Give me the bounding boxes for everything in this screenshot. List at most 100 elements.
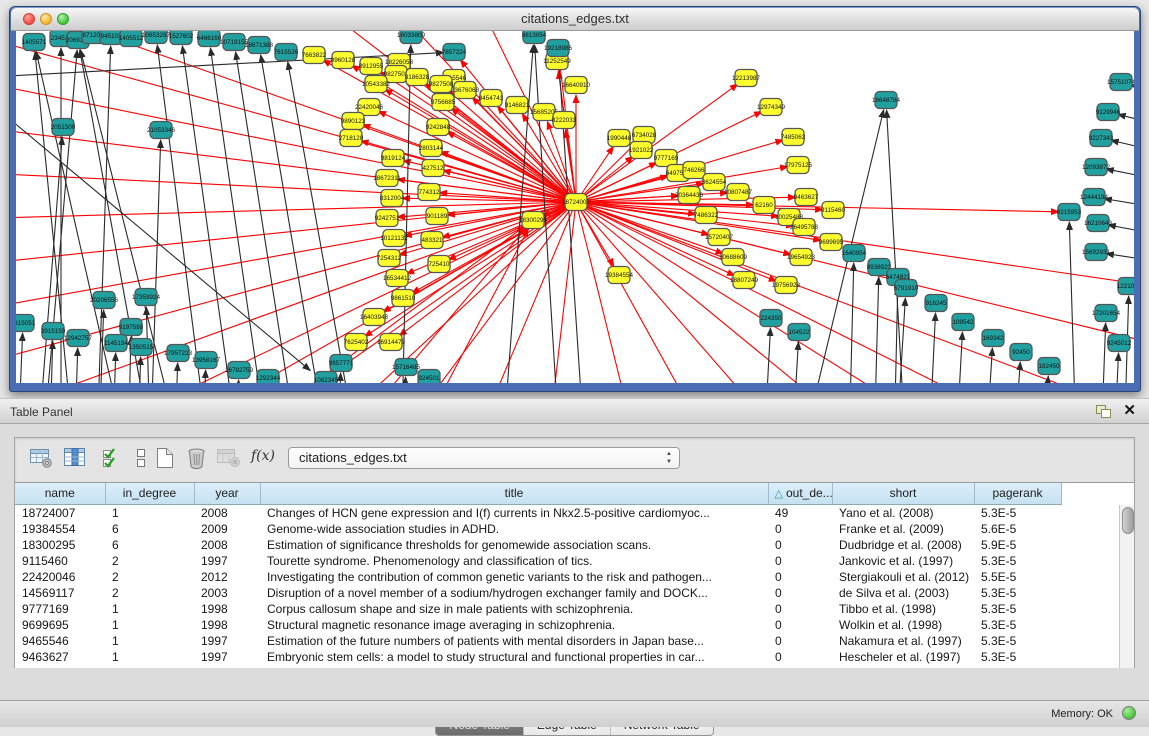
graph-edge[interactable]	[1106, 169, 1134, 180]
graph-node[interactable]: 13958167	[192, 352, 221, 369]
column-header-title[interactable]: title	[260, 483, 768, 504]
graph-node[interactable]: 23676068	[451, 82, 480, 99]
graph-node[interactable]: 916245	[925, 295, 947, 312]
graph-node[interactable]: 2803144	[419, 140, 444, 157]
graph-edge[interactable]	[576, 202, 1134, 350]
graph-node[interactable]: 15692931	[1082, 244, 1111, 261]
graph-node[interactable]: 10543382	[362, 76, 391, 93]
table-cell[interactable]: 1997	[194, 553, 260, 569]
graph-node[interactable]: 16914479	[377, 334, 406, 351]
graph-node[interactable]: 19654923	[787, 249, 816, 266]
graph-node[interactable]: 9115460	[821, 202, 846, 219]
graph-node[interactable]: 1405571	[22, 34, 47, 51]
table-row[interactable]: 1938455462009Genome-wide association stu…	[15, 521, 1061, 537]
table-cell[interactable]: 9463627	[15, 649, 105, 665]
graph-node[interactable]: 9227343	[1089, 130, 1114, 147]
column-header-name[interactable]: name	[15, 483, 105, 504]
graph-node[interactable]: 1990448	[607, 130, 632, 147]
graph-node[interactable]: 17957223	[164, 345, 193, 362]
graph-node[interactable]: 104522	[788, 324, 810, 341]
close-panel-icon[interactable]: ✕	[1123, 402, 1136, 420]
graph-node[interactable]: 17359924	[132, 289, 161, 306]
table-cell[interactable]: 5.3E-5	[974, 585, 1061, 601]
table-row[interactable]: 1872400712008Changes of HCN gene express…	[15, 504, 1061, 521]
graph-edge[interactable]	[894, 287, 898, 383]
graph-node[interactable]: 9819124	[381, 150, 406, 167]
graph-node[interactable]: 9699695	[819, 234, 844, 251]
graph-node[interactable]: 746266	[683, 162, 705, 179]
graph-edge[interactable]	[1101, 323, 1106, 383]
graph-edge[interactable]	[210, 48, 271, 383]
scrollbar-thumb[interactable]	[1122, 507, 1134, 534]
graph-node[interactable]: 6791910	[894, 280, 919, 297]
graph-edge[interactable]	[792, 342, 798, 383]
graph-node[interactable]: 15720407	[705, 229, 734, 246]
table-cell[interactable]: 0	[768, 649, 832, 665]
graph-edge[interactable]	[80, 50, 156, 383]
graph-node[interactable]: 8454743	[479, 90, 504, 107]
graph-edge[interactable]	[874, 277, 879, 383]
table-cell[interactable]: 5.3E-5	[974, 504, 1061, 521]
graph-node[interactable]: 15751074	[1107, 74, 1134, 91]
table-row[interactable]: 977716911998Corpus callosum shape and si…	[15, 601, 1061, 617]
table-cell[interactable]: 1	[105, 504, 194, 521]
graph-edge[interactable]	[1111, 140, 1134, 152]
graph-edge[interactable]	[235, 380, 239, 383]
table-cell[interactable]: 0	[768, 585, 832, 601]
graph-node[interactable]: 8960128	[331, 52, 356, 69]
graph-node[interactable]: 224350	[760, 310, 782, 327]
graph-node[interactable]: 1145194	[104, 335, 129, 352]
table-cell[interactable]: Wolkin et al. (1998)	[832, 617, 974, 633]
graph-node[interactable]: 7254312	[377, 250, 402, 267]
table-cell[interactable]: 1	[105, 649, 194, 665]
table-cell[interactable]: 9465546	[15, 633, 105, 649]
graph-node[interactable]: 10121132	[380, 230, 408, 247]
graph-node[interactable]: 18807249	[730, 272, 759, 289]
graph-node[interactable]: 18671388	[245, 37, 274, 54]
graph-node[interactable]: 26495788	[790, 219, 819, 236]
graph-node[interactable]: 18672311	[373, 170, 401, 187]
table-row[interactable]: 911546021997Tourette syndrome. Phenomeno…	[15, 553, 1061, 569]
graph-node[interactable]: 169342	[982, 330, 1004, 347]
graph-node[interactable]: 1082345	[314, 372, 339, 384]
column-header-short[interactable]: short	[832, 483, 974, 504]
graph-node[interactable]: 2718120	[339, 130, 364, 147]
graph-node[interactable]: 9129946	[1096, 104, 1121, 121]
graph-edge[interactable]	[1069, 222, 1076, 383]
graph-node[interactable]: 15716485	[392, 359, 421, 376]
network-canvas[interactable]: 1872400789601288912955182260589827503105…	[16, 31, 1134, 383]
graph-node[interactable]: 8912955	[359, 58, 384, 75]
table-cell[interactable]: 22420046	[15, 569, 105, 585]
table-cell[interactable]: Stergiakouli et al. (2012)	[832, 569, 974, 585]
table-cell[interactable]: 1	[105, 633, 194, 649]
table-cell[interactable]: 2	[105, 569, 194, 585]
graph-node[interactable]: 1640954	[842, 245, 867, 262]
graph-node[interactable]: 19218986	[544, 40, 573, 57]
graph-node[interactable]: 7485063	[781, 129, 806, 146]
edit-rows-icon[interactable]	[97, 445, 125, 473]
graph-node[interactable]: 1350515	[129, 339, 154, 356]
graph-node[interactable]: 1527602	[169, 31, 194, 45]
graph-node[interactable]: 20206556	[90, 292, 119, 309]
graph-node[interactable]: 10653287	[142, 31, 171, 44]
table-cell[interactable]: Disruption of a novel member of a sodium…	[260, 585, 768, 601]
graph-node[interactable]: 3915159	[41, 323, 66, 340]
graph-node[interactable]: 8186328	[405, 69, 430, 86]
graph-node[interactable]: 9857771	[329, 355, 354, 372]
graph-node[interactable]: 483321	[421, 232, 443, 249]
graph-edge[interactable]	[849, 263, 854, 383]
column-header-pagerank[interactable]: pagerank	[974, 483, 1061, 504]
graph-node[interactable]: 427512	[422, 160, 444, 177]
table-cell[interactable]: 0	[768, 537, 832, 553]
table-cell[interactable]: 6	[105, 521, 194, 537]
graph-node[interactable]: 1292344	[256, 370, 281, 384]
graph-node[interactable]: 725410	[428, 256, 450, 273]
graph-node[interactable]: 16534412	[383, 270, 412, 287]
graph-node[interactable]: 9890123	[341, 113, 366, 130]
table-cell[interactable]: Jankovic et al. (1997)	[832, 553, 974, 569]
graph-node[interactable]: 9463627	[794, 189, 819, 206]
graph-node[interactable]: 8813054	[522, 31, 547, 44]
graph-node[interactable]: 16403948	[360, 309, 389, 326]
table-cell[interactable]: 18300295	[15, 537, 105, 553]
graph-edge[interactable]	[182, 46, 241, 383]
